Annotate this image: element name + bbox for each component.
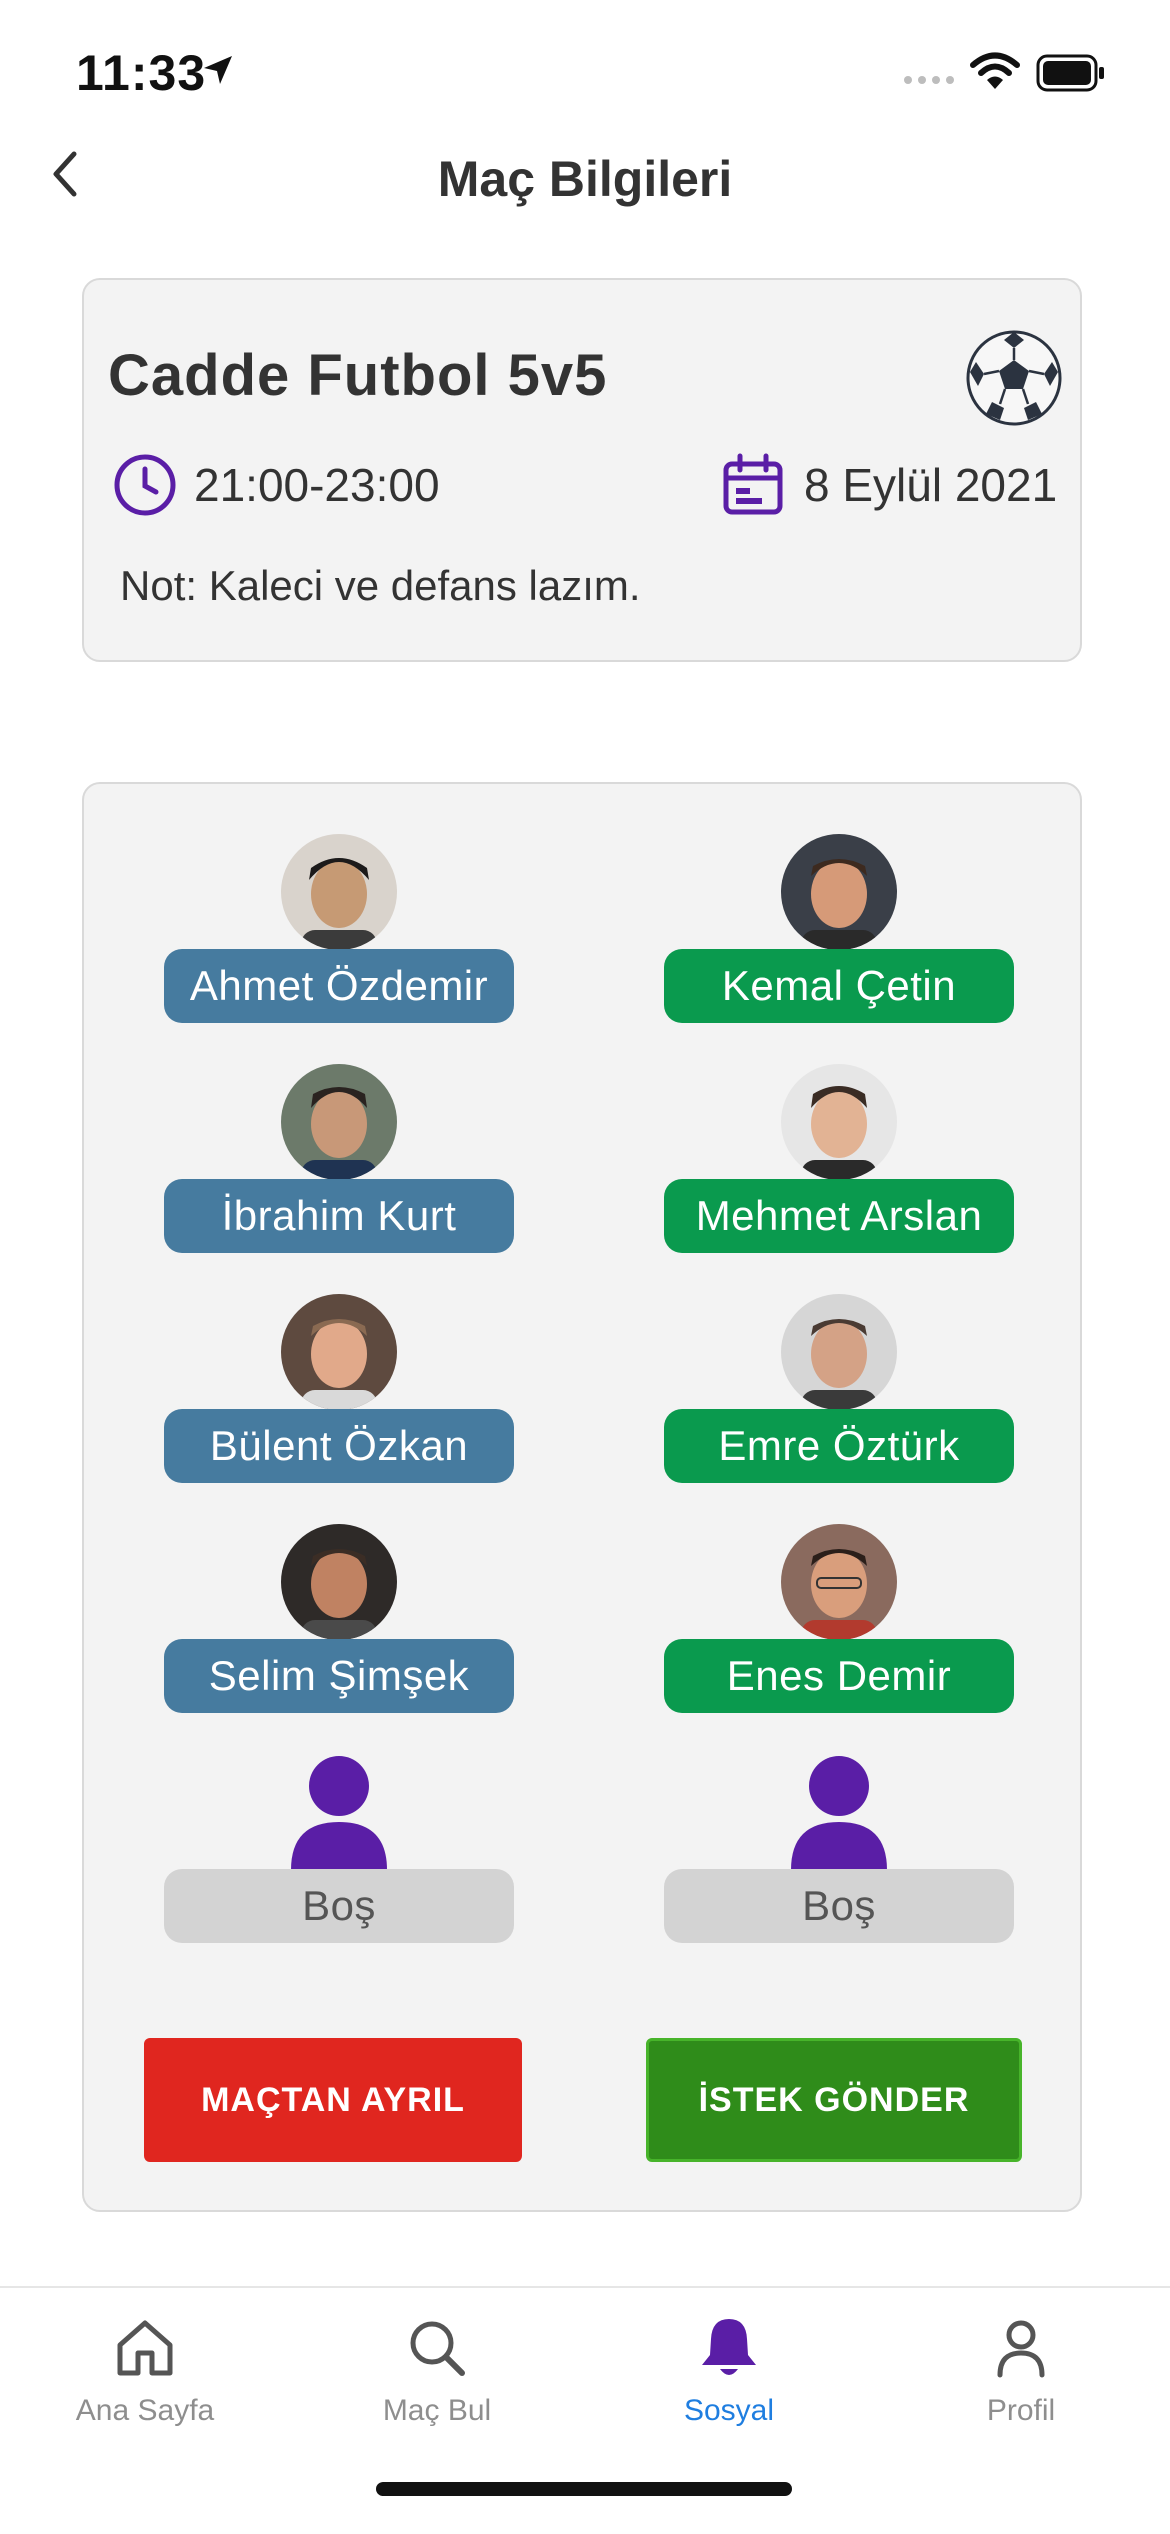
match-date: 8 Eylül 2021: [804, 459, 1058, 511]
player-slot[interactable]: Selim Şimşek: [164, 1524, 514, 1724]
send-request-button[interactable]: İSTEK GÖNDER: [646, 2038, 1022, 2162]
avatar: [281, 1064, 397, 1180]
tab-label: Maç Bul: [382, 2394, 492, 2427]
soccer-ball-icon: [966, 330, 1062, 431]
avatar: [281, 1524, 397, 1640]
bell-icon: [702, 2319, 756, 2375]
status-time: 11:33: [76, 45, 207, 101]
tab-social[interactable]: Sosyal: [584, 2308, 874, 2458]
tab-profile[interactable]: Profil: [876, 2308, 1166, 2458]
player-name: Selim Şimşek: [164, 1639, 514, 1713]
player-name: Bülent Özkan: [164, 1409, 514, 1483]
player-slot[interactable]: Enes Demir: [664, 1524, 1014, 1724]
tab-bar: Ana Sayfa Maç Bul Sosyal Profil: [0, 2286, 1170, 2534]
avatar: [781, 1524, 897, 1640]
person-icon: [281, 1754, 397, 1870]
clock-icon: [112, 452, 178, 523]
tab-home[interactable]: Ana Sayfa: [0, 2308, 290, 2458]
player-slot[interactable]: Mehmet Arslan: [664, 1064, 1014, 1264]
empty-slot-label: Boş: [664, 1869, 1014, 1943]
location-arrow-icon: [202, 54, 234, 91]
cellular-signal-icon: [904, 76, 954, 84]
avatar: [781, 834, 897, 950]
tab-find-match[interactable]: Maç Bul: [292, 2308, 582, 2458]
page-title: Maç Bilgileri: [437, 151, 733, 207]
tab-label: Sosyal: [683, 2394, 775, 2427]
match-info-card: Cadde Futbol 5v5 21:00-23:00 8 Eylül 202…: [82, 278, 1082, 662]
person-icon: [997, 2320, 1045, 2378]
match-name: Cadde Futbol 5v5: [108, 343, 608, 408]
battery-icon: [1036, 54, 1106, 97]
player-slot[interactable]: Kemal Çetin: [664, 834, 1014, 1034]
home-indicator: [376, 2482, 792, 2496]
avatar: [781, 1064, 897, 1180]
avatar: [281, 834, 397, 950]
empty-slot[interactable]: Boş: [164, 1754, 514, 1954]
player-name: Mehmet Arslan: [664, 1179, 1014, 1253]
player-name: Enes Demir: [664, 1639, 1014, 1713]
calendar-icon: [720, 452, 786, 523]
empty-slot[interactable]: Boş: [664, 1754, 1014, 1954]
person-icon: [781, 1754, 897, 1870]
player-name: Emre Öztürk: [664, 1409, 1014, 1483]
empty-slot-label: Boş: [164, 1869, 514, 1943]
teams-card: Ahmet Özdemir İbrahim Kurt Bülent Özkan …: [82, 782, 1082, 2212]
tab-label: Profil: [986, 2394, 1056, 2427]
wifi-icon: [970, 52, 1020, 97]
tab-label: Ana Sayfa: [75, 2394, 215, 2427]
match-note: Not: Kaleci ve defans lazım.: [120, 562, 641, 609]
player-slot[interactable]: İbrahim Kurt: [164, 1064, 514, 1264]
player-name: İbrahim Kurt: [164, 1179, 514, 1253]
avatar: [781, 1294, 897, 1410]
player-name: Ahmet Özdemir: [164, 949, 514, 1023]
leave-match-button[interactable]: MAÇTAN AYRIL: [144, 2038, 522, 2162]
status-bar: 11:33: [0, 0, 1170, 150]
player-slot[interactable]: Ahmet Özdemir: [164, 834, 514, 1034]
player-slot[interactable]: Emre Öztürk: [664, 1294, 1014, 1494]
match-time: 21:00-23:00: [194, 459, 440, 511]
home-icon: [117, 2320, 173, 2376]
player-name: Kemal Çetin: [664, 949, 1014, 1023]
avatar: [281, 1294, 397, 1410]
player-slot[interactable]: Bülent Özkan: [164, 1294, 514, 1494]
search-icon: [410, 2321, 465, 2376]
